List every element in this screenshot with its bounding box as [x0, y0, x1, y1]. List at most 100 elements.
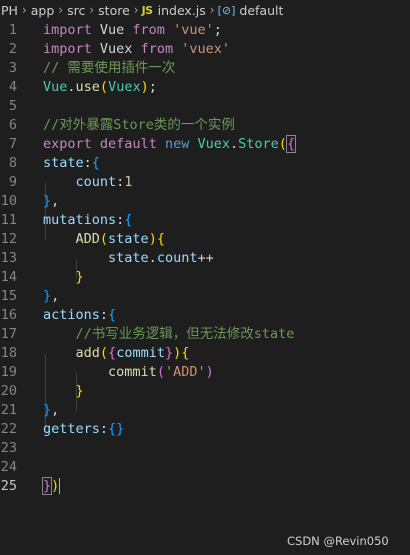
- code-line[interactable]: 11 mutations:{: [0, 211, 410, 230]
- code-text[interactable]: import Vue from 'vue';: [43, 21, 222, 40]
- code-text[interactable]: }): [42, 477, 61, 496]
- code-text[interactable]: commit('ADD'): [43, 363, 214, 382]
- code-text[interactable]: getters:{}: [43, 420, 124, 439]
- line-number: 17: [0, 326, 17, 342]
- code-token: import: [43, 41, 92, 57]
- code-editor[interactable]: 1 import Vue from 'vue'; 2 import Vuex from…: [0, 21, 410, 555]
- code-token: }: [43, 402, 52, 418]
- code-token: Vue: [91, 22, 133, 38]
- code-line[interactable]: 4 Vue.use(Vuex);: [0, 78, 410, 97]
- code-text[interactable]: ADD(state){: [43, 230, 165, 249]
- code-text[interactable]: export default new Vuex.Store({: [43, 135, 297, 154]
- line-number: 18: [0, 345, 17, 361]
- code-line[interactable]: 23: [0, 439, 410, 458]
- code-token: commit: [116, 345, 165, 361]
- code-token: }: [43, 288, 52, 304]
- code-text[interactable]: actions:{: [43, 306, 116, 325]
- line-number: 6: [8, 117, 17, 133]
- code-text[interactable]: mutations:{: [43, 211, 132, 230]
- code-text[interactable]: }: [43, 382, 84, 401]
- code-text[interactable]: },: [43, 401, 59, 420]
- code-token: {: [108, 307, 117, 323]
- chevron-right-icon: ›: [21, 3, 27, 17]
- code-token: ): [140, 79, 149, 95]
- chevron-right-icon: ›: [89, 3, 95, 17]
- code-text[interactable]: count:1: [43, 173, 133, 192]
- code-line[interactable]: 12 ADD(state){: [0, 230, 410, 249]
- line-number: 2: [8, 41, 17, 57]
- code-token: ,: [51, 288, 60, 304]
- code-token: }: [75, 269, 84, 285]
- breadcrumb-item-src[interactable]: src: [66, 3, 86, 18]
- code-token: //书写业务逻辑，但无法修改state: [75, 326, 295, 342]
- code-line[interactable]: 17 //书写业务逻辑，但无法修改state: [0, 325, 410, 344]
- code-text[interactable]: Vue.use(Vuex);: [43, 78, 157, 97]
- symbol-variable-icon: [⊘]: [217, 3, 236, 17]
- code-line[interactable]: 20 }: [0, 382, 410, 401]
- code-token: 'vuex': [181, 41, 230, 57]
- code-text[interactable]: //对外暴露Store类的一个实例: [43, 116, 235, 135]
- code-line[interactable]: 7 export default new Vuex.Store({: [0, 135, 410, 154]
- code-line[interactable]: 15},: [0, 287, 410, 306]
- code-token: (: [99, 231, 109, 247]
- code-line[interactable]: 8 state:{: [0, 154, 410, 173]
- code-text[interactable]: //书写业务逻辑，但无法修改state: [43, 325, 295, 344]
- code-token: export: [43, 136, 92, 152]
- code-text[interactable]: state:{: [43, 154, 100, 173]
- code-token: import: [43, 22, 92, 38]
- code-token: ): [205, 364, 214, 380]
- breadcrumb-item-symbol[interactable]: default: [238, 3, 284, 18]
- code-text[interactable]: import Vuex from 'vuex': [43, 40, 230, 59]
- code-text[interactable]: state.count++: [43, 249, 214, 268]
- line-number: 22: [0, 421, 17, 437]
- code-token: ;: [213, 22, 222, 38]
- code-line[interactable]: 24: [0, 458, 410, 477]
- code-line[interactable]: 1 import Vue from 'vue';: [0, 21, 410, 40]
- code-token: count: [75, 174, 117, 190]
- code-token: {}: [108, 421, 125, 437]
- chevron-right-icon: ›: [209, 3, 215, 17]
- breadcrumb-item-store[interactable]: store: [97, 3, 131, 18]
- code-text[interactable]: },: [43, 192, 59, 211]
- line-number: 1: [8, 22, 17, 38]
- code-token: //对外暴露Store类的一个实例: [43, 117, 235, 133]
- code-line[interactable]: 19 commit('ADD'): [0, 363, 410, 382]
- code-text[interactable]: // 需要使用插件一次: [43, 59, 175, 78]
- line-number: 24: [0, 459, 17, 475]
- code-line[interactable]: 21},: [0, 401, 410, 420]
- line-number: 16: [0, 307, 17, 323]
- code-text[interactable]: }: [43, 268, 84, 287]
- code-line[interactable]: 14 }: [0, 268, 410, 287]
- line-number: 23: [0, 440, 17, 456]
- code-line[interactable]: 5: [0, 97, 410, 116]
- code-line[interactable]: 13 state.count++: [0, 249, 410, 268]
- line-number: 4: [8, 79, 17, 95]
- code-line[interactable]: 9 count:1: [0, 173, 410, 192]
- code-token: Vuex: [108, 79, 141, 95]
- code-line[interactable]: 22 getters:{}: [0, 420, 410, 439]
- breadcrumb-item-ph[interactable]: PH: [0, 3, 19, 18]
- code-token: // 需要使用插件一次: [43, 60, 176, 76]
- code-line[interactable]: 18 add({commit}){: [0, 344, 410, 363]
- line-number: 3: [8, 60, 17, 76]
- code-text[interactable]: },: [43, 287, 59, 306]
- code-token: {: [91, 155, 100, 171]
- code-token: 'ADD': [164, 364, 206, 380]
- code-line[interactable]: 6 //对外暴露Store类的一个实例: [0, 116, 410, 135]
- code-text[interactable]: add({commit}){: [43, 344, 190, 363]
- code-line[interactable]: 25}): [0, 477, 410, 496]
- breadcrumb-item-file[interactable]: index.js: [157, 3, 207, 18]
- code-line[interactable]: 2 import Vuex from 'vuex': [0, 40, 410, 59]
- code-token: from: [132, 22, 165, 38]
- code-token: {: [156, 231, 165, 247]
- code-token: ++: [197, 250, 214, 266]
- code-line[interactable]: 3 // 需要使用插件一次: [0, 59, 410, 78]
- breadcrumb-item-app[interactable]: app: [30, 3, 56, 18]
- code-line[interactable]: 10},: [0, 192, 410, 211]
- code-line[interactable]: 16 actions:{: [0, 306, 410, 325]
- line-number: 14: [0, 269, 17, 285]
